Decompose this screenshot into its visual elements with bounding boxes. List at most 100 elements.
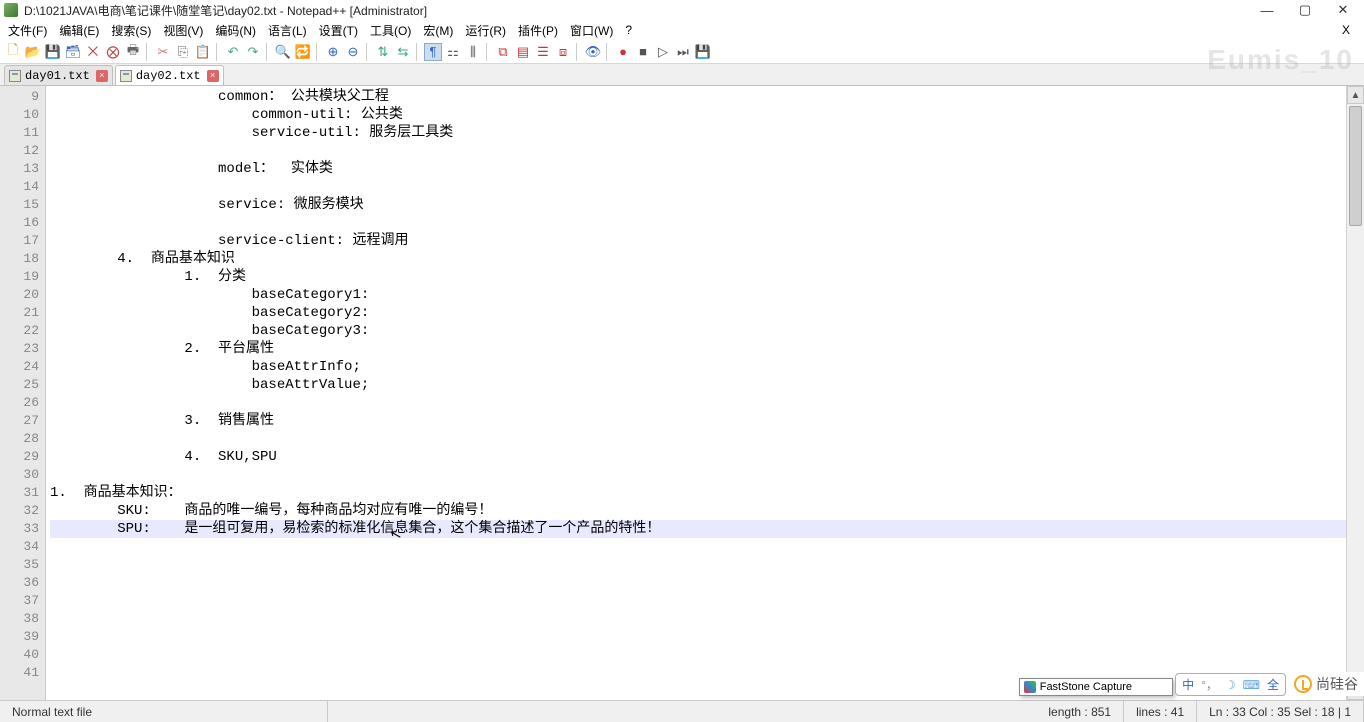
code-line[interactable]	[50, 178, 1346, 196]
code-line[interactable]	[50, 538, 1346, 556]
indent-guide-icon[interactable]: ⫼	[464, 43, 482, 61]
code-line[interactable]	[50, 142, 1346, 160]
code-line[interactable]: SPU: 是一组可复用，易检索的标准化信息集合，这个集合描述了一个产品的特性！	[50, 520, 1346, 538]
sync-h-icon[interactable]: ⇆	[394, 43, 412, 61]
record-macro-icon[interactable]: ●	[614, 43, 632, 61]
func-list-icon[interactable]: ☰	[534, 43, 552, 61]
zoom-out-icon[interactable]: ⊖	[344, 43, 362, 61]
menu-plugins[interactable]: 插件(P)	[514, 22, 562, 39]
menu-language[interactable]: 语言(L)	[264, 22, 311, 39]
play-multi-icon[interactable]: ⏭	[674, 43, 692, 61]
cut-icon[interactable]: ✂	[154, 43, 172, 61]
menu-settings[interactable]: 设置(T)	[315, 22, 362, 39]
ime-toolbar[interactable]: 中 °， ☽ ⌨ 全	[1175, 673, 1286, 696]
maximize-button[interactable]: ▢	[1296, 1, 1314, 19]
code-line[interactable]: baseAttrValue;	[50, 376, 1346, 394]
stop-macro-icon[interactable]: ■	[634, 43, 652, 61]
code-line[interactable]: common： 公共模块父工程	[50, 88, 1346, 106]
code-line[interactable]: 4. 商品基本知识	[50, 250, 1346, 268]
vertical-scrollbar[interactable]: ▲ ▼	[1346, 86, 1364, 700]
menu-tools[interactable]: 工具(O)	[366, 22, 415, 39]
save-icon[interactable]: 💾	[44, 43, 62, 61]
redo-icon[interactable]: ↷	[244, 43, 262, 61]
tab-close-icon[interactable]: ×	[207, 70, 219, 82]
file-icon	[120, 70, 132, 82]
paste-icon[interactable]: 📋	[194, 43, 212, 61]
statusbar: Normal text file length : 851 lines : 41…	[0, 700, 1364, 722]
find-icon[interactable]: 🔍	[274, 43, 292, 61]
wordwrap-icon[interactable]: ¶	[424, 43, 442, 61]
save-macro-icon[interactable]: 💾	[694, 43, 712, 61]
menu-encoding[interactable]: 编码(N)	[211, 22, 260, 39]
code-line[interactable]: service: 微服务模块	[50, 196, 1346, 214]
code-line[interactable]: service-client: 远程调用	[50, 232, 1346, 250]
menu-file[interactable]: 文件(F)	[4, 22, 51, 39]
scroll-up-icon[interactable]: ▲	[1347, 86, 1364, 104]
menubar-close[interactable]: X	[1332, 23, 1360, 37]
zoom-in-icon[interactable]: ⊕	[324, 43, 342, 61]
ime-zhong[interactable]: 中	[1180, 676, 1196, 693]
replace-icon[interactable]: 🔁	[294, 43, 312, 61]
code-line[interactable]: service-util: 服务层工具类	[50, 124, 1346, 142]
line-number: 15	[0, 196, 39, 214]
ime-moon-icon[interactable]: ☽	[1223, 678, 1238, 692]
code-line[interactable]: baseCategory2:	[50, 304, 1346, 322]
code-line[interactable]	[50, 466, 1346, 484]
menu-run[interactable]: 运行(R)	[461, 22, 510, 39]
tab-day02[interactable]: day02.txt ×	[115, 65, 224, 85]
monitor-icon[interactable]: 👁	[584, 43, 602, 61]
code-line[interactable]	[50, 394, 1346, 412]
status-length: length : 851	[1036, 701, 1124, 722]
code-line[interactable]	[50, 214, 1346, 232]
tab-close-icon[interactable]: ×	[96, 70, 108, 82]
menu-help[interactable]: ?	[621, 23, 636, 37]
code-line[interactable]: 1. 分类	[50, 268, 1346, 286]
code-line[interactable]	[50, 430, 1346, 448]
tab-day01[interactable]: day01.txt ×	[4, 65, 113, 85]
close-file-icon[interactable]: ⨉	[84, 43, 102, 61]
undo-icon[interactable]: ↶	[224, 43, 242, 61]
code-line[interactable]	[50, 646, 1346, 664]
code-line[interactable]: baseCategory3:	[50, 322, 1346, 340]
code-line[interactable]	[50, 574, 1346, 592]
code-line[interactable]: baseAttrInfo;	[50, 358, 1346, 376]
ime-punct-icon[interactable]: °，	[1199, 676, 1220, 693]
new-file-icon[interactable]: 🗋	[4, 43, 22, 61]
code-line[interactable]: 2. 平台属性	[50, 340, 1346, 358]
code-line[interactable]: baseCategory1:	[50, 286, 1346, 304]
ime-full[interactable]: 全	[1265, 676, 1281, 693]
close-all-icon[interactable]: ⨂	[104, 43, 122, 61]
show-all-icon[interactable]: ⚏	[444, 43, 462, 61]
code-line[interactable]: model： 实体类	[50, 160, 1346, 178]
faststone-capture-toolbar[interactable]: FastStone Capture	[1019, 678, 1173, 696]
doc-map-icon[interactable]: ▤	[514, 43, 532, 61]
copy-icon[interactable]: ⎘	[174, 43, 192, 61]
minimize-button[interactable]: —	[1258, 1, 1276, 19]
open-file-icon[interactable]: 📂	[24, 43, 42, 61]
code-line[interactable]: common-util: 公共类	[50, 106, 1346, 124]
code-line[interactable]: 4. SKU,SPU	[50, 448, 1346, 466]
code-line[interactable]: SKU: 商品的唯一编号，每种商品均对应有唯一的编号！	[50, 502, 1346, 520]
code-line[interactable]: 3. 销售属性	[50, 412, 1346, 430]
menu-edit[interactable]: 编辑(E)	[55, 22, 103, 39]
ime-keyboard-icon[interactable]: ⌨	[1241, 678, 1262, 692]
menu-window[interactable]: 窗口(W)	[566, 22, 617, 39]
code-line[interactable]	[50, 610, 1346, 628]
code-line[interactable]	[50, 592, 1346, 610]
menu-view[interactable]: 视图(V)	[159, 22, 207, 39]
line-number: 35	[0, 556, 39, 574]
menu-search[interactable]: 搜索(S)	[107, 22, 155, 39]
play-macro-icon[interactable]: ▷	[654, 43, 672, 61]
scroll-thumb[interactable]	[1349, 106, 1362, 226]
folder-tree-icon[interactable]: ⧉	[494, 43, 512, 61]
code-line[interactable]: 1. 商品基本知识：	[50, 484, 1346, 502]
close-button[interactable]: ✕	[1334, 1, 1352, 19]
print-icon[interactable]: 🖶	[124, 43, 142, 61]
save-all-icon[interactable]: 🗃	[64, 43, 82, 61]
menu-macro[interactable]: 宏(M)	[419, 22, 457, 39]
code-area[interactable]: common： 公共模块父工程 common-util: 公共类 service…	[46, 86, 1346, 700]
sync-v-icon[interactable]: ⇅	[374, 43, 392, 61]
code-line[interactable]	[50, 628, 1346, 646]
code-line[interactable]	[50, 556, 1346, 574]
doc-switcher-icon[interactable]: ⧈	[554, 43, 572, 61]
